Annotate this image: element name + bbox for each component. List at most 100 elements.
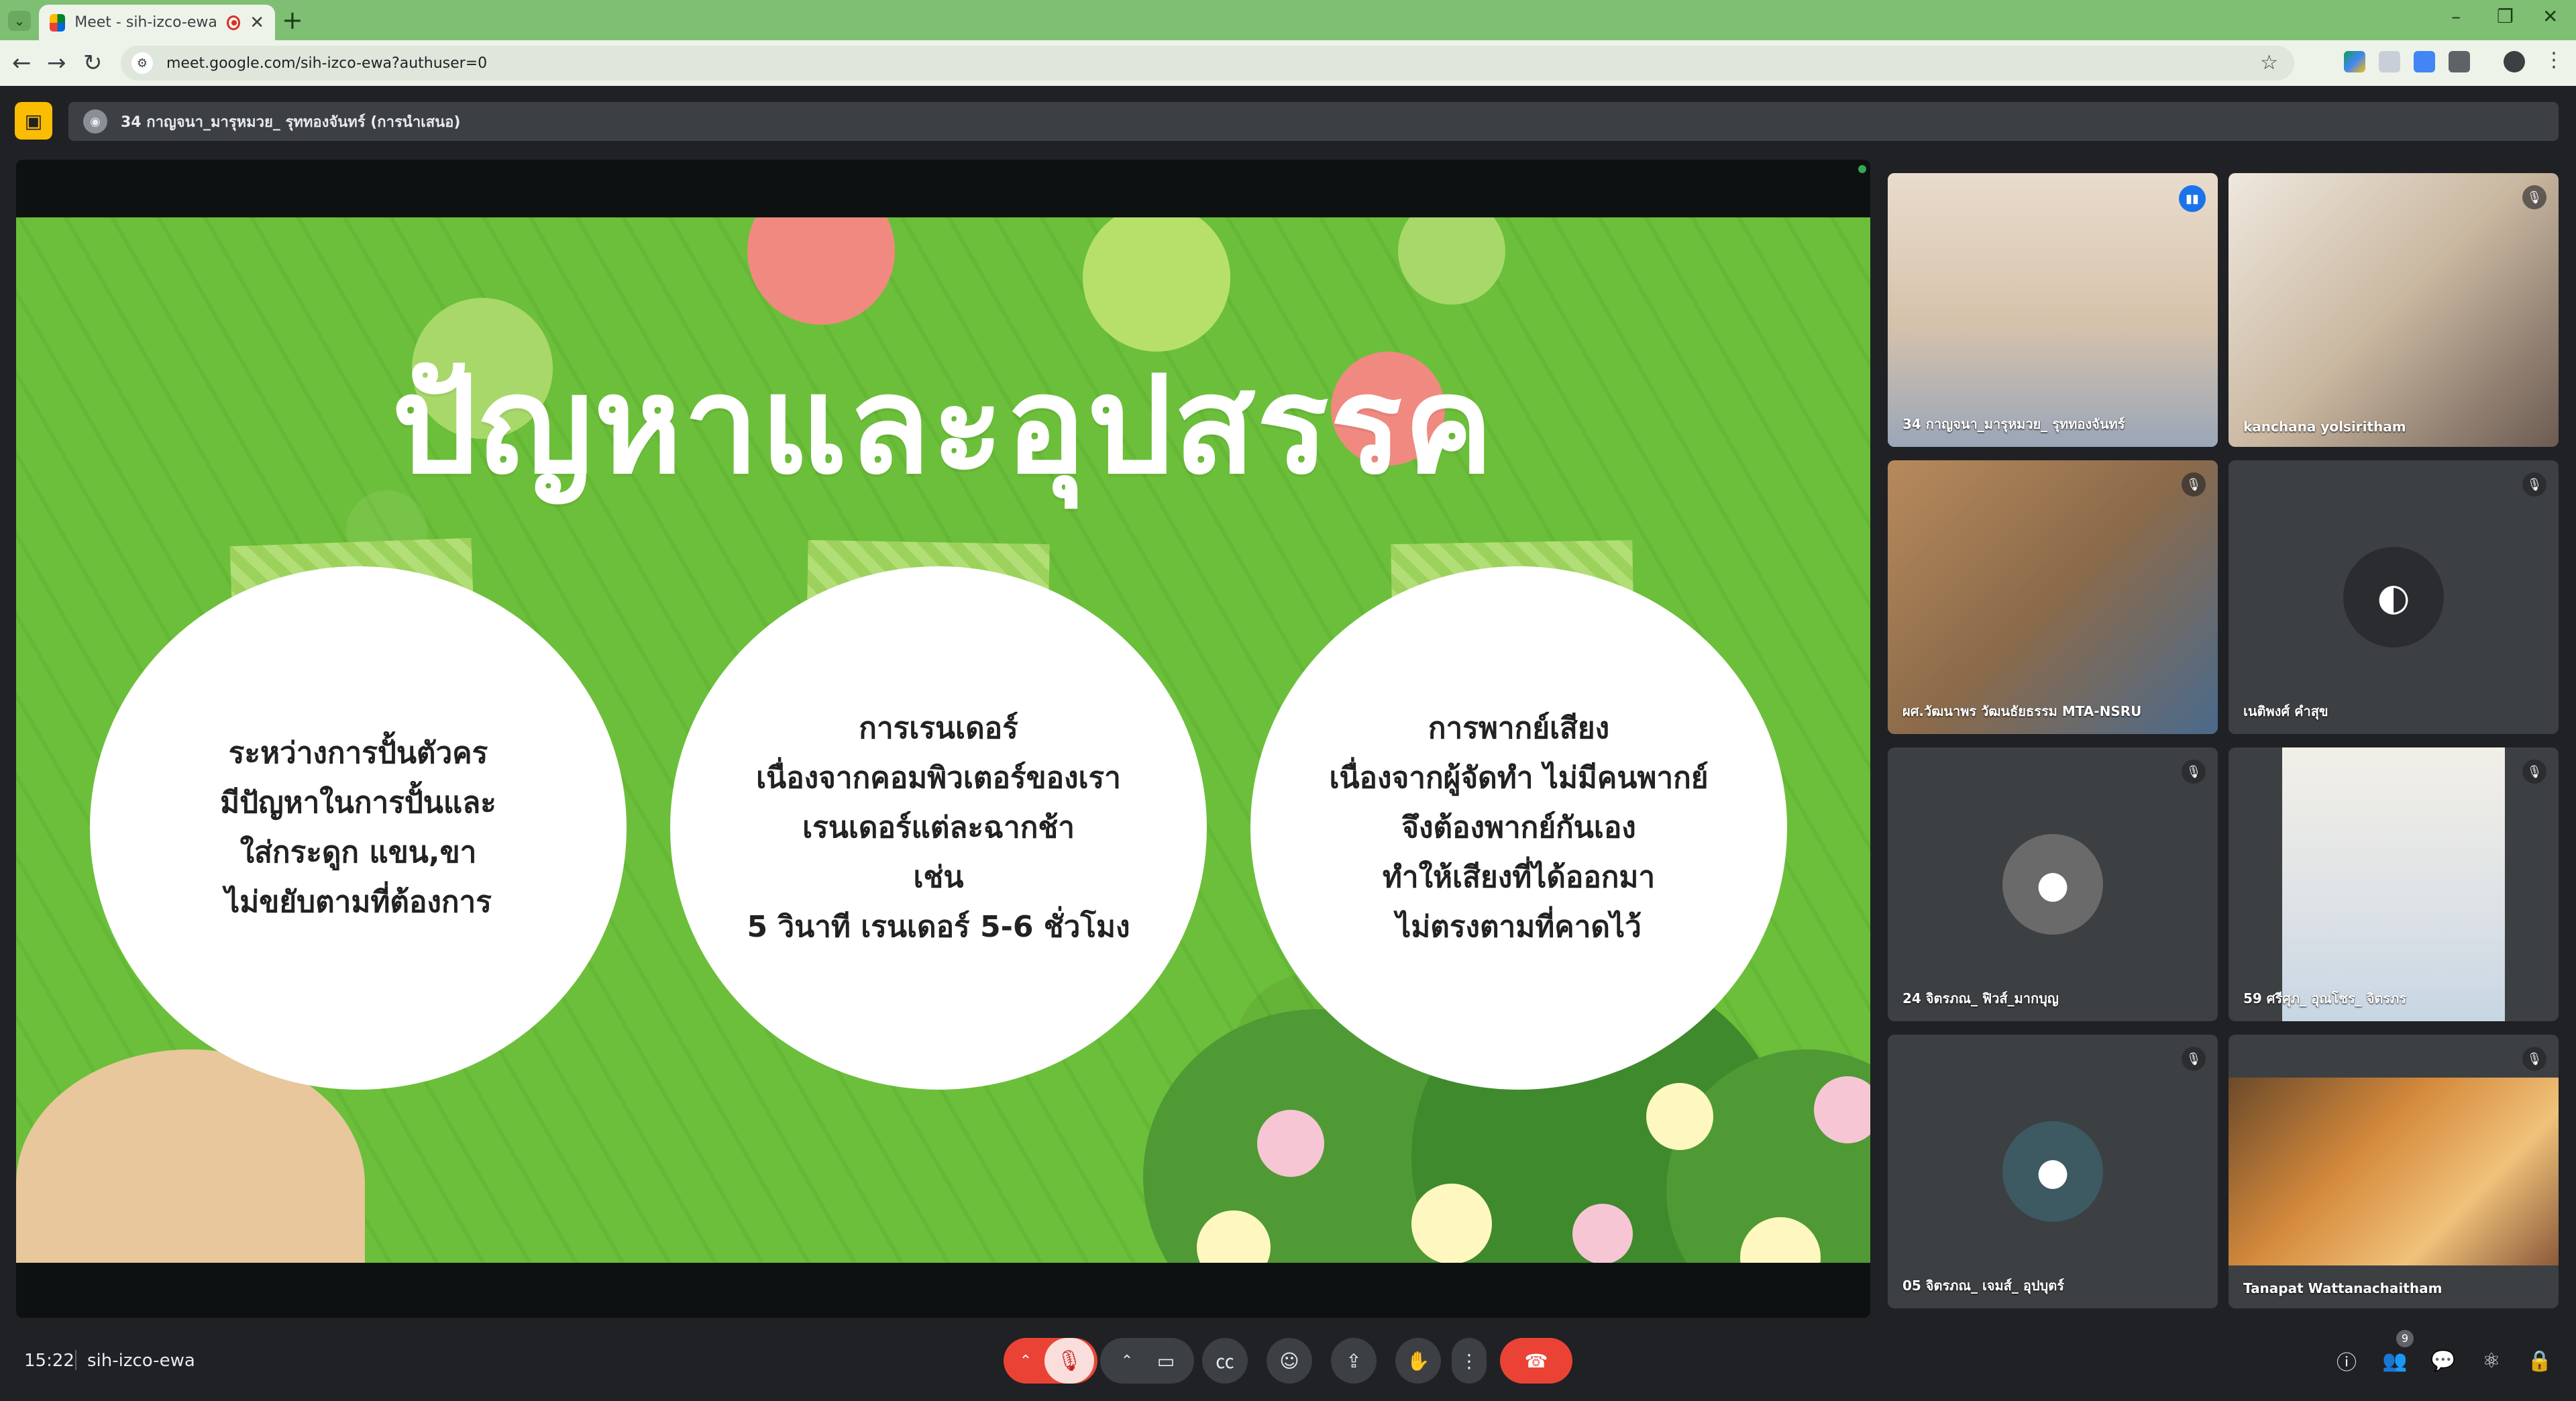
- flower-decoration: [1411, 1184, 1492, 1263]
- bubble-text-line: เนื่องจากผู้จัดทำ ไม่มีคนพากย์: [1329, 761, 1709, 795]
- captions-button[interactable]: ㏄: [1202, 1338, 1248, 1384]
- close-tab-icon[interactable]: ✕: [250, 13, 264, 33]
- problem-bubble-3: การพากย์เสียง เนื่องจากผู้จัดทำ ไม่มีคนพ…: [1250, 566, 1787, 1090]
- mic-off-icon: 🎙: [2522, 472, 2546, 497]
- participant-name: เนติพงศ์ คำสุข: [2243, 703, 2328, 719]
- participant-tile[interactable]: ◐ 🎙 เนติพงศ์ คำสุข: [2229, 460, 2559, 734]
- participant-tile[interactable]: 🎙 ผศ.วัฒนาพร วัฒนธัยธรรม MTA-NSRU: [1888, 460, 2218, 734]
- mic-off-icon: 🎙: [2522, 760, 2546, 784]
- participant-tile[interactable]: 🎙 Tanapat Wattanachaitham: [2229, 1035, 2559, 1308]
- mic-off-icon: 🎙: [2522, 185, 2546, 209]
- participant-name: 34 กาญจนา_มารุหมวย_ รุททองจันทร์: [1902, 416, 2125, 432]
- participant-video: [2229, 1078, 2559, 1265]
- participant-video: [2282, 747, 2505, 1021]
- participant-video: [1888, 460, 2218, 734]
- mic-off-icon: 🎙: [2182, 472, 2206, 497]
- meet-favicon-icon: [50, 13, 66, 32]
- presenter-bar: ◉ 34 กาญจนา_มารุหมวย_ รุททองจันทร์ (การน…: [68, 102, 2559, 141]
- mic-off-icon: 🎙: [2182, 760, 2206, 784]
- meeting-code: sih-izco-ewa: [87, 1351, 195, 1371]
- participants-count-badge: 9: [2396, 1330, 2414, 1347]
- people-icon[interactable]: 👥: [2379, 1345, 2411, 1377]
- slide-title: ปัญหาและอุปสรรค: [391, 348, 1495, 504]
- site-info-icon[interactable]: ⚙: [131, 52, 153, 74]
- present-screen-button[interactable]: ⇪: [1331, 1338, 1377, 1384]
- mic-off-icon: 🎙: [2182, 1047, 2206, 1071]
- participant-name: 59 ศรีศุภ_ อุณโชร_ จิตรภร: [2243, 990, 2407, 1006]
- raise-hand-button[interactable]: ✋: [1395, 1338, 1441, 1384]
- extension-icon[interactable]: [2379, 51, 2400, 72]
- close-window-button[interactable]: ✕: [2542, 5, 2558, 28]
- flower-decoration: [747, 217, 895, 325]
- participant-tile[interactable]: ▮▮ 34 กาญจนา_มารุหมวย_ รุททองจันทร์: [1888, 173, 2218, 447]
- participant-tile[interactable]: ● 🎙 24 จิตรภณ_ ฟิวส์_มากบุญ: [1888, 747, 2218, 1021]
- bubble-text-line: เนื่องจากคอมพิวเตอร์ของเรา: [756, 761, 1121, 795]
- chat-icon[interactable]: 💬: [2427, 1345, 2459, 1377]
- bubble-text-line: จึงต้องพากย์กันเอง: [1401, 811, 1636, 845]
- extensions-puzzle-icon[interactable]: [2449, 51, 2470, 72]
- more-options-button[interactable]: ⋮: [1452, 1338, 1487, 1384]
- participant-avatar: ●: [2002, 1121, 2103, 1222]
- minimize-button[interactable]: –: [2451, 5, 2461, 28]
- bubble-text-line: เรนเดอร์แต่ละฉากช้า: [802, 811, 1075, 845]
- bubble-text-line: 5 วินาที เรนเดอร์ 5-6 ชั่วโมง: [747, 910, 1130, 944]
- camera-control[interactable]: ⌃ ▭: [1100, 1338, 1194, 1384]
- presenter-label: 34 กาญจนา_มารุหมวย_ รุททองจันทร์ (การนำเ…: [121, 113, 461, 131]
- bubble-text-line: มีปัญหาในการปั้นและ: [220, 786, 496, 820]
- participant-name: ผศ.วัฒนาพร วัฒนธัยธรรม MTA-NSRU: [1902, 703, 2142, 719]
- participant-video: [1888, 173, 2218, 447]
- microphone-control[interactable]: ⌃ 🎙: [1004, 1338, 1097, 1384]
- bubble-text-line: ไม่ขยับตามที่ต้องการ: [225, 885, 492, 919]
- flower-decoration: [1257, 1110, 1324, 1177]
- stop-presenting-icon[interactable]: ▣: [15, 102, 52, 140]
- video-options-chevron-icon[interactable]: ⌃: [1108, 1353, 1146, 1369]
- profile-avatar[interactable]: [2504, 51, 2525, 72]
- bubble-text-line: ไม่ตรงตามที่คาดไว้: [1396, 910, 1642, 944]
- bubble-text-line: ทำให้เสียงที่ได้ออกมา: [1382, 860, 1656, 894]
- emoji-reactions-button[interactable]: ☺: [1267, 1338, 1312, 1384]
- flower-decoration: [1398, 217, 1505, 305]
- connection-indicator: [1858, 165, 1866, 173]
- participant-tile[interactable]: 🎙 59 ศรีศุภ_ อุณโชร_ จิตรภร: [2229, 747, 2559, 1021]
- tab-title: Meet - sih-izco-ewa: [74, 14, 217, 31]
- divider: [75, 1350, 76, 1370]
- back-button[interactable]: ←: [12, 50, 32, 76]
- participant-video: [2229, 173, 2559, 447]
- drive-extension-icon[interactable]: [2344, 51, 2365, 72]
- participant-avatar: ◐: [2343, 547, 2444, 647]
- address-bar[interactable]: ⚙ meet.google.com/sih-izco-ewa?authuser=…: [121, 46, 2294, 81]
- participant-tile[interactable]: ● 🎙 05 จิตรภณ_ เจมส์_ อุปบุตร์: [1888, 1035, 2218, 1308]
- bubble-text-line: ระหว่างการปั้นตัวคร: [228, 736, 488, 770]
- leave-call-button[interactable]: ☎: [1500, 1338, 1572, 1384]
- activities-icon[interactable]: ⚛: [2475, 1345, 2508, 1377]
- participant-name: Tanapat Wattanachaitham: [2243, 1280, 2443, 1296]
- participant-avatar: ●: [2002, 834, 2103, 935]
- bubble-text-line: ใส่กระดูก แขน,ขา: [239, 835, 477, 870]
- browser-tab[interactable]: Meet - sih-izco-ewa ✕: [39, 5, 275, 40]
- participant-tile[interactable]: 🎙 kanchana yolsiritham: [2229, 173, 2559, 447]
- url-text: meet.google.com/sih-izco-ewa?authuser=0: [166, 54, 488, 72]
- bubble-text-line: การเรนเดอร์: [859, 711, 1018, 745]
- bubble-text-line: การพากย์เสียง: [1428, 711, 1610, 745]
- forward-button[interactable]: →: [47, 50, 66, 76]
- problem-bubble-2: การเรนเดอร์ เนื่องจากคอมพิวเตอร์ของเรา เ…: [670, 566, 1207, 1090]
- new-tab-button[interactable]: +: [282, 5, 303, 35]
- recording-icon: [226, 15, 241, 30]
- speaking-indicator-icon: ▮▮: [2179, 185, 2206, 212]
- tab-search-button[interactable]: ⌄: [8, 11, 31, 31]
- reload-button[interactable]: ↻: [83, 50, 103, 76]
- camera-icon[interactable]: ▭: [1146, 1350, 1186, 1372]
- flower-decoration: [1646, 1083, 1713, 1150]
- translate-extension-icon[interactable]: [2414, 51, 2435, 72]
- bubble-text-line: เช่น: [913, 860, 964, 894]
- meeting-details-icon[interactable]: ⓘ: [2330, 1345, 2363, 1377]
- participant-name: 24 จิตรภณ_ ฟิวส์_มากบุญ: [1902, 990, 2059, 1006]
- participant-name: kanchana yolsiritham: [2243, 419, 2406, 435]
- participant-name: 05 จิตรภณ_ เจมส์_ อุปบุตร์: [1902, 1278, 2064, 1294]
- browser-menu-icon[interactable]: ⋮: [2544, 48, 2564, 72]
- host-controls-icon[interactable]: 🔒: [2524, 1345, 2556, 1377]
- audio-options-chevron-icon[interactable]: ⌃: [1007, 1353, 1044, 1369]
- bookmark-star-icon[interactable]: ☆: [2260, 51, 2278, 74]
- restore-button[interactable]: ❐: [2497, 5, 2514, 28]
- mic-off-button[interactable]: 🎙: [1044, 1338, 1094, 1384]
